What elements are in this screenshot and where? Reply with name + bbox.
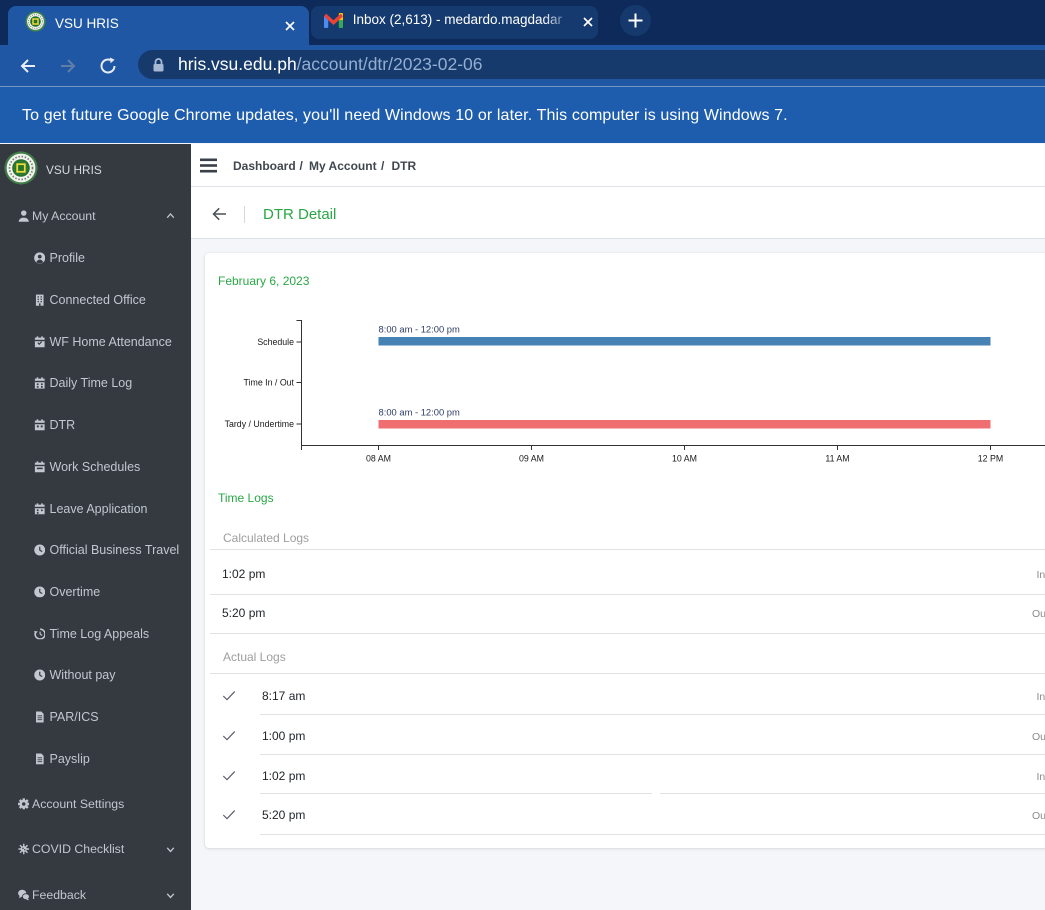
svg-text:08 AM: 08 AM	[366, 454, 391, 464]
svg-text:Time In / Out: Time In / Out	[243, 378, 294, 388]
svg-text:12 PM: 12 PM	[977, 454, 1002, 464]
svg-text:8:00 am - 12:00 pm: 8:00 am - 12:00 pm	[378, 324, 459, 335]
svg-text:8:00 am - 12:00 pm: 8:00 am - 12:00 pm	[378, 407, 459, 418]
svg-text:09 AM: 09 AM	[519, 454, 544, 464]
svg-text:10 AM: 10 AM	[672, 454, 697, 464]
svg-text:Tardy / Undertime: Tardy / Undertime	[224, 419, 294, 429]
svg-text:Schedule: Schedule	[257, 337, 294, 347]
svg-text:11 AM: 11 AM	[825, 454, 849, 464]
